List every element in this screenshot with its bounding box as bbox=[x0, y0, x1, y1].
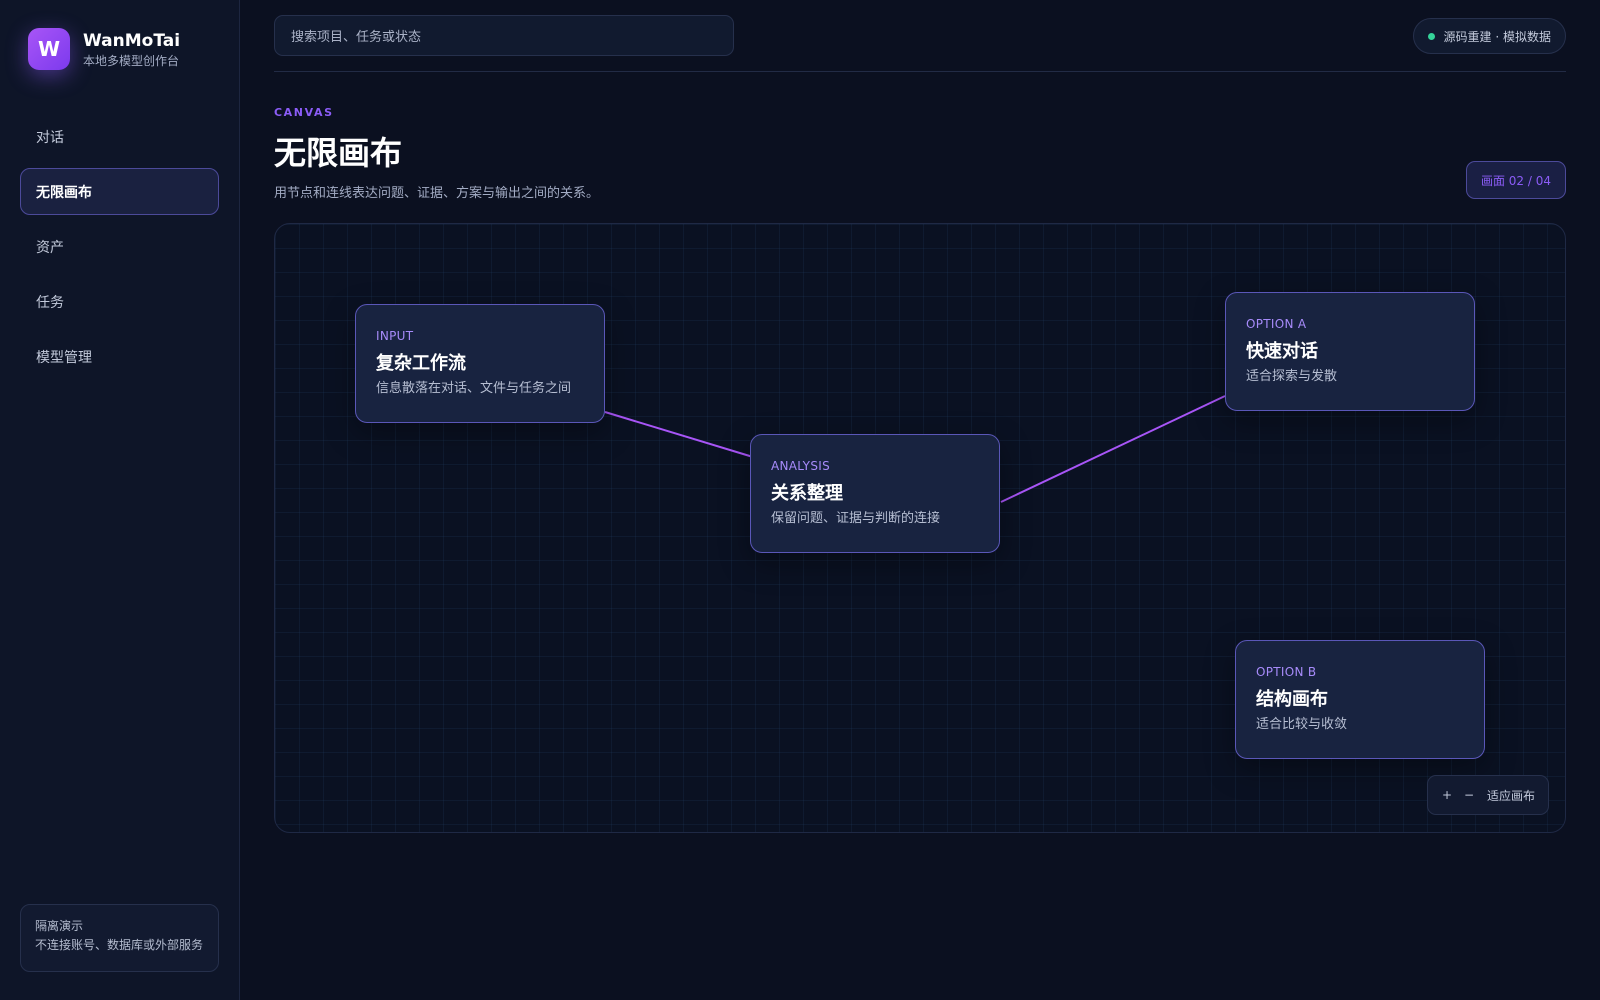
sidebar: W WanMoTai 本地多模型创作台 对话 无限画布 资产 任务 模型管理 隔… bbox=[0, 0, 240, 1000]
node-tag: ANALYSIS bbox=[771, 459, 830, 473]
brand-subtitle: 本地多模型创作台 bbox=[83, 53, 180, 68]
header-divider bbox=[274, 71, 1566, 72]
sidebar-item-assets[interactable]: 资产 bbox=[20, 223, 219, 270]
node-option-b[interactable]: OPTION B 结构画布 适合比较与收敛 bbox=[1235, 640, 1485, 759]
sidebar-item-chat[interactable]: 对话 bbox=[20, 113, 219, 160]
node-title: 复杂工作流 bbox=[376, 353, 466, 374]
sidebar-item-models[interactable]: 模型管理 bbox=[20, 333, 219, 380]
brand-name: WanMoTai bbox=[83, 30, 181, 51]
brand-text: WanMoTai 本地多模型创作台 bbox=[83, 31, 180, 68]
zoom-controls: + − 适应画布 bbox=[1427, 775, 1549, 815]
page-counter-badge: 画面 02 / 04 bbox=[1465, 161, 1566, 199]
node-tag: INPUT bbox=[376, 329, 414, 343]
isolation-notice: 隔离演示 不连接账号、数据库或外部服务 bbox=[20, 904, 219, 972]
node-tag: OPTION B bbox=[1256, 665, 1317, 679]
node-option-a[interactable]: OPTION A 快速对话 适合探索与发散 bbox=[1225, 292, 1475, 411]
status-dot-icon bbox=[1427, 32, 1435, 40]
sidebar-item-canvas[interactable]: 无限画布 bbox=[20, 168, 219, 215]
zoom-out-button[interactable]: − bbox=[1458, 788, 1480, 802]
fit-canvas-button[interactable]: 适应画布 bbox=[1487, 787, 1535, 804]
node-description: 保留问题、证据与判断的连接 bbox=[771, 511, 941, 526]
brand: W WanMoTai 本地多模型创作台 bbox=[28, 28, 180, 70]
node-title: 结构画布 bbox=[1256, 689, 1328, 710]
node-analysis[interactable]: ANALYSIS 关系整理 保留问题、证据与判断的连接 bbox=[750, 434, 1000, 553]
page-title: 无限画布 bbox=[274, 134, 403, 172]
main-content: 搜索项目、任务或状态 源码重建 · 模拟数据 CANVAS 无限画布 用节点和连… bbox=[274, 0, 1566, 1000]
node-input[interactable]: INPUT 复杂工作流 信息散落在对话、文件与任务之间 bbox=[355, 304, 605, 423]
node-description: 信息散落在对话、文件与任务之间 bbox=[376, 381, 572, 396]
node-tag: OPTION A bbox=[1246, 317, 1307, 331]
isolation-notice-text: 不连接账号、数据库或外部服务 bbox=[35, 938, 204, 952]
sidebar-nav: 对话 无限画布 资产 任务 模型管理 bbox=[20, 113, 219, 388]
status-text: 源码重建 · 模拟数据 bbox=[1443, 29, 1551, 44]
zoom-in-button[interactable]: + bbox=[1436, 788, 1458, 802]
page-description: 用节点和连线表达问题、证据、方案与输出之间的关系。 bbox=[274, 186, 600, 201]
node-description: 适合比较与收敛 bbox=[1256, 717, 1348, 732]
isolation-notice-title: 隔离演示 bbox=[35, 919, 84, 933]
section-eyebrow: CANVAS bbox=[274, 106, 334, 119]
edge-analysis-to-option-a bbox=[1000, 395, 1226, 503]
infinite-canvas[interactable]: INPUT 复杂工作流 信息散落在对话、文件与任务之间 ANALYSIS 关系整… bbox=[274, 223, 1566, 833]
edge-input-to-analysis bbox=[604, 411, 754, 458]
brand-logo: W bbox=[28, 28, 70, 70]
status-badge: 源码重建 · 模拟数据 bbox=[1412, 18, 1566, 54]
sidebar-item-tasks[interactable]: 任务 bbox=[20, 278, 219, 325]
node-title: 关系整理 bbox=[771, 483, 843, 504]
search-input[interactable]: 搜索项目、任务或状态 bbox=[274, 15, 734, 56]
node-title: 快速对话 bbox=[1246, 341, 1318, 362]
app-root: W WanMoTai 本地多模型创作台 对话 无限画布 资产 任务 模型管理 隔… bbox=[0, 0, 1600, 1000]
node-description: 适合探索与发散 bbox=[1246, 369, 1338, 384]
